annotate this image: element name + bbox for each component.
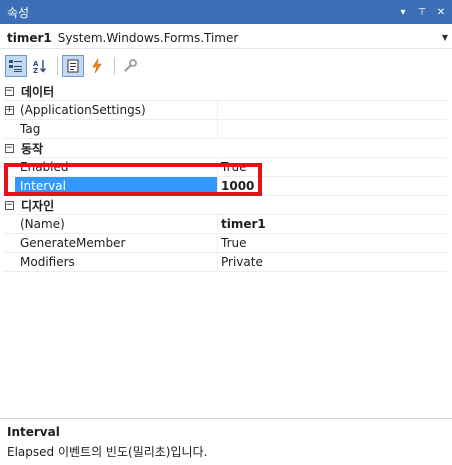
toolbar-separator [114,57,115,75]
property-name: (Name) [15,215,218,233]
description-title: Interval [7,425,60,439]
property-value[interactable] [218,120,447,138]
property-name: Tag [15,120,218,138]
property-name: (ApplicationSettings) [15,101,218,119]
description-pane: Interval Elapsed 이벤트의 빈도(밀리초)입니다. [0,418,452,465]
property-value[interactable]: timer1 [218,215,447,233]
property-name: Enabled [15,158,218,176]
object-type: System.Windows.Forms.Timer [57,30,239,45]
property-row[interactable]: Modifiers Private [3,253,447,272]
property-grid: − 데이터 + (ApplicationSettings) Tag − 동작 E… [3,82,447,272]
events-icon[interactable] [86,55,108,77]
alphabetical-icon[interactable]: AZ [29,55,51,77]
properties-window-titlebar: 속성 ▾ ⊤ ✕ [0,0,452,24]
property-row[interactable]: Tag [3,120,447,139]
categorized-icon[interactable] [5,55,27,77]
properties-toolbar: AZ [0,52,452,80]
property-value[interactable]: True [218,234,447,252]
close-icon[interactable]: ✕ [433,4,449,20]
object-name: timer1 [7,30,52,45]
category-behavior[interactable]: − 동작 [3,139,447,158]
chevron-down-icon[interactable]: ▼ [438,33,452,42]
category-design[interactable]: − 디자인 [3,196,447,215]
property-value[interactable]: 1000 [218,177,447,195]
property-name: Interval [15,177,218,195]
category-label: 동작 [21,141,44,156]
property-row[interactable]: Enabled True [3,158,447,177]
property-value[interactable]: Private [218,253,447,271]
property-row-selected[interactable]: Interval 1000 [3,177,447,196]
pin-icon[interactable]: ⊤ [414,4,430,20]
collapse-icon[interactable]: − [3,139,15,157]
property-value[interactable]: True [218,158,447,176]
properties-icon[interactable] [62,55,84,77]
category-data[interactable]: − 데이터 [3,82,447,101]
property-row[interactable]: GenerateMember True [3,234,447,253]
property-row[interactable]: + (ApplicationSettings) [3,101,447,120]
property-value[interactable] [218,101,447,119]
expand-icon[interactable]: + [3,101,15,119]
window-title: 속성 [7,5,30,20]
property-name: GenerateMember [15,234,218,252]
collapse-icon[interactable]: − [3,82,15,100]
window-dropdown-icon[interactable]: ▾ [395,4,411,20]
property-row[interactable]: (Name) timer1 [3,215,447,234]
object-selector[interactable]: timer1 System.Windows.Forms.Timer ▼ [0,27,452,49]
toolbar-separator [57,57,58,75]
svg-text:Z: Z [33,67,38,74]
property-name: Modifiers [15,253,218,271]
category-label: 데이터 [21,84,55,99]
description-text: Elapsed 이벤트의 빈도(밀리초)입니다. [7,445,208,459]
category-label: 디자인 [21,198,55,213]
collapse-icon[interactable]: − [3,196,15,214]
property-pages-icon[interactable] [119,55,141,77]
